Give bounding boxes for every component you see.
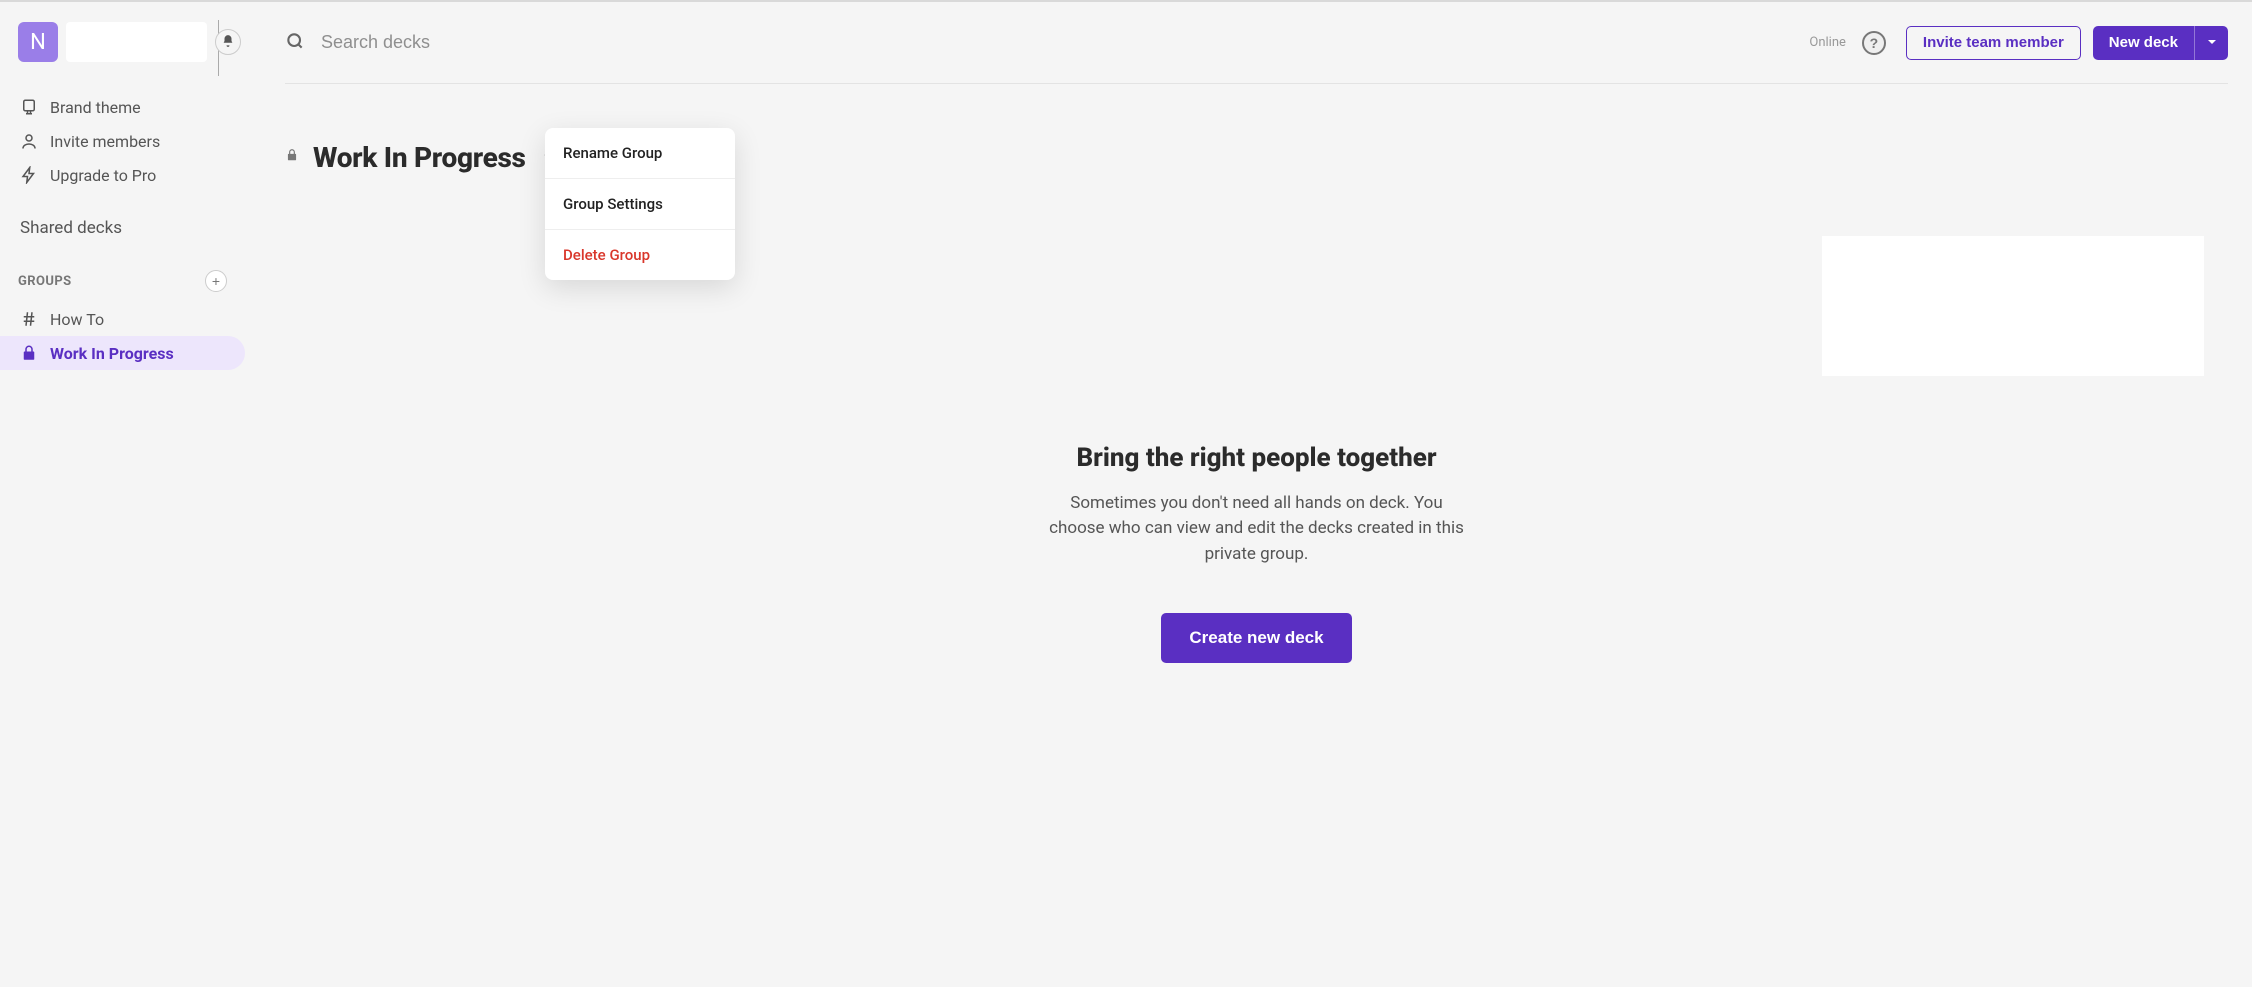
new-deck-dropdown-toggle[interactable] — [2194, 26, 2228, 60]
group-context-menu: Rename Group Group Settings Delete Group — [545, 128, 735, 280]
groups-list: How To Work In Progress — [18, 302, 245, 370]
create-new-deck-label: Create new deck — [1189, 628, 1323, 648]
invite-button-label: Invite team member — [1923, 34, 2064, 51]
notifications-button[interactable] — [215, 29, 241, 55]
empty-state-title: Bring the right people together — [1076, 443, 1436, 473]
page-title: Work In Progress — [313, 141, 526, 174]
new-deck-button-label: New deck — [2109, 34, 2178, 51]
sidebar-group-label: How To — [50, 310, 104, 329]
plus-icon: + — [212, 274, 220, 288]
sidebar: N Brand theme Invite members — [0, 2, 245, 985]
chevron-down-icon — [2207, 35, 2217, 50]
shared-decks-label: Shared decks — [20, 218, 122, 238]
sidebar-group-how-to[interactable]: How To — [0, 302, 245, 336]
sidebar-item-upgrade[interactable]: Upgrade to Pro — [18, 158, 245, 192]
menu-item-label: Delete Group — [563, 246, 650, 264]
page-body: Work In Progress ••• Rename Group Group … — [285, 84, 2228, 663]
sidebar-item-label: Upgrade to Pro — [50, 166, 156, 185]
sidebar-item-shared-decks[interactable]: Shared decks — [18, 218, 245, 238]
sidebar-item-label: Invite members — [50, 132, 160, 151]
bell-icon — [221, 34, 235, 51]
search-icon — [285, 31, 305, 55]
help-button[interactable]: ? — [1862, 31, 1886, 55]
groups-header-label: GROUPS — [18, 274, 72, 289]
sidebar-item-label: Brand theme — [50, 98, 141, 117]
sidebar-primary-nav: Brand theme Invite members Upgrade to Pr… — [18, 90, 245, 192]
hash-icon — [20, 310, 38, 328]
menu-item-delete-group[interactable]: Delete Group — [545, 230, 735, 280]
palette-icon — [20, 98, 38, 116]
top-bar: Online ? Invite team member New deck — [285, 2, 2228, 84]
groups-header: GROUPS + — [18, 270, 245, 292]
empty-illustration-placeholder — [1822, 236, 2204, 376]
create-new-deck-button[interactable]: Create new deck — [1161, 613, 1351, 663]
menu-item-group-settings[interactable]: Group Settings — [545, 179, 735, 230]
question-icon: ? — [1870, 35, 1879, 51]
lock-icon — [20, 344, 38, 362]
invite-team-member-button[interactable]: Invite team member — [1906, 26, 2081, 60]
menu-item-label: Rename Group — [563, 144, 662, 162]
lock-icon — [285, 147, 299, 167]
search-input[interactable] — [319, 31, 1797, 54]
sidebar-group-work-in-progress[interactable]: Work In Progress — [0, 336, 245, 370]
sidebar-item-brand-theme[interactable]: Brand theme — [18, 90, 245, 124]
sidebar-group-label: Work In Progress — [50, 344, 174, 363]
sidebar-item-invite-members[interactable]: Invite members — [18, 124, 245, 158]
new-deck-button[interactable]: New deck — [2093, 26, 2194, 60]
menu-item-rename-group[interactable]: Rename Group — [545, 128, 735, 179]
workspace-switcher[interactable]: N — [18, 22, 245, 62]
workspace-avatar: N — [18, 22, 58, 62]
user-icon — [20, 132, 38, 150]
new-deck-split-button: New deck — [2093, 26, 2228, 60]
add-group-button[interactable]: + — [205, 270, 227, 292]
workspace-avatar-initial: N — [30, 30, 46, 55]
empty-state-description: Sometimes you don't need all hands on de… — [1047, 491, 1467, 568]
main-content: Online ? Invite team member New deck — [245, 2, 2252, 985]
bolt-icon — [20, 166, 38, 184]
workspace-name[interactable] — [66, 22, 207, 62]
connection-status: Online — [1809, 35, 1846, 50]
empty-state: Bring the right people together Sometime… — [285, 443, 2228, 664]
search-box[interactable] — [285, 31, 1797, 55]
menu-item-label: Group Settings — [563, 195, 663, 213]
